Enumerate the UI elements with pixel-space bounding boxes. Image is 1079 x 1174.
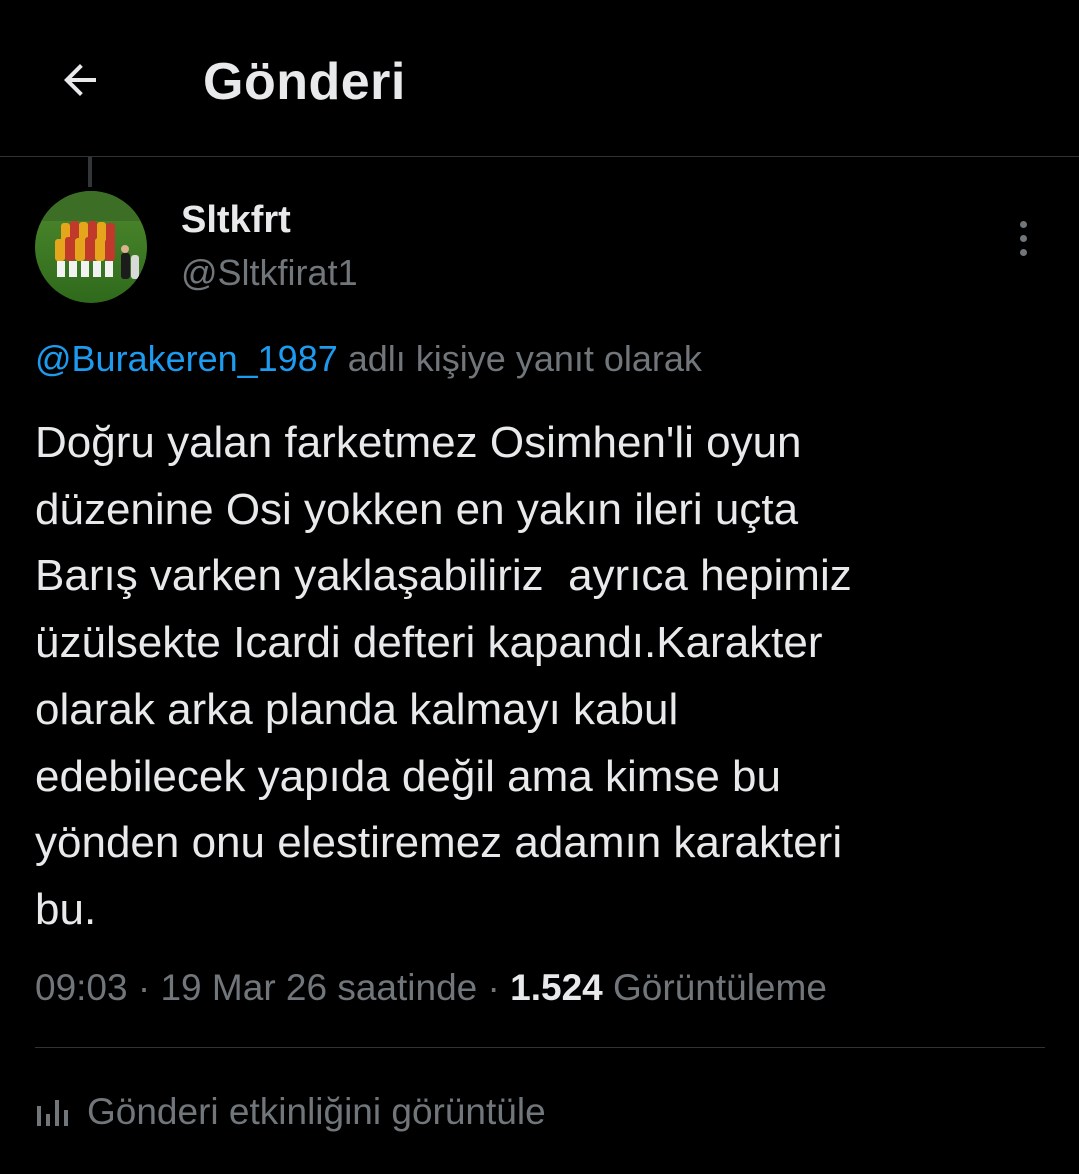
tweet-time[interactable]: 09:03: [35, 967, 128, 1008]
more-vertical-icon-dot: [1019, 234, 1027, 242]
meta-separator: ·: [127, 967, 161, 1008]
thread-connector-line: [88, 157, 92, 187]
view-post-activity-label: Gönderi etkinliğini görüntüle: [87, 1091, 546, 1132]
author-avatar[interactable]: [35, 191, 147, 303]
author-display-name[interactable]: Sltkfrt: [181, 196, 291, 244]
top-app-bar: Gönderi: [0, 0, 1079, 157]
analytics-bars-icon: [35, 1096, 71, 1128]
tweet-date[interactable]: 19 Mar 26 saatinde: [160, 967, 477, 1008]
author-handle[interactable]: @Sltkfirat1: [181, 250, 358, 296]
more-options-button[interactable]: [1000, 212, 1046, 264]
reply-to-handle-link[interactable]: @Burakeren_1987: [35, 338, 338, 379]
arrow-left-icon: [64, 64, 96, 96]
avatar-team-photo: [35, 191, 147, 303]
more-vertical-icon-dot: [1019, 248, 1027, 256]
tweet-metadata: 09:03 · 19 Mar 26 saatinde · 1.524 Görün…: [35, 964, 827, 1012]
page-title: Gönderi: [203, 53, 406, 111]
tweet-body-text: Doğru yalan farketmez Osimhen'li oyun dü…: [35, 418, 852, 934]
divider: [35, 1047, 1045, 1048]
meta-separator: ·: [477, 967, 511, 1008]
views-count: 1.524: [510, 967, 603, 1008]
views-label: Görüntüleme: [602, 967, 827, 1008]
reply-context: @Burakeren_1987 adlı kişiye yanıt olarak: [35, 336, 702, 382]
view-post-activity-button[interactable]: Gönderi etkinliğini görüntüle: [35, 1088, 546, 1136]
reply-context-suffix: adlı kişiye yanıt olarak: [337, 338, 702, 379]
back-button[interactable]: [40, 40, 120, 120]
more-vertical-icon: [1019, 220, 1027, 228]
